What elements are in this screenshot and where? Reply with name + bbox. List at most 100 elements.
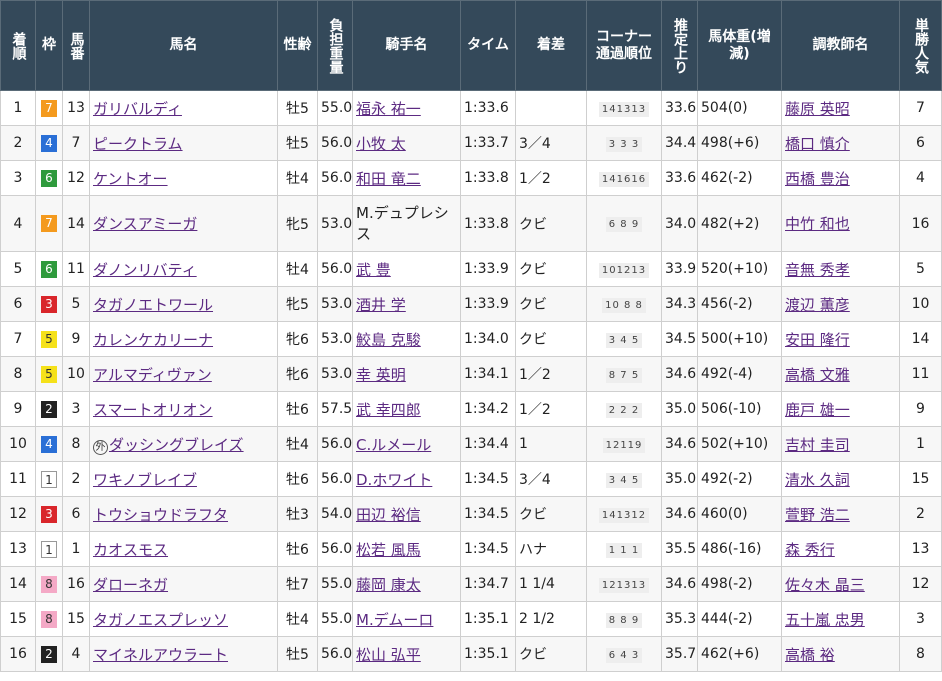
horse-link[interactable]: タガノエスプレッソ — [93, 611, 228, 629]
horse-cell: ケントオー — [89, 160, 278, 196]
corner-cell: 3 4 5 — [586, 321, 662, 357]
horse-cell: タガノエスプレッソ — [89, 601, 278, 637]
body-weight-cell: 486(-16) — [697, 531, 782, 567]
body-weight-cell: 456(-2) — [697, 286, 782, 322]
last-cell: 34.4 — [661, 125, 698, 161]
margin-cell — [515, 90, 587, 126]
trainer-link[interactable]: 萱野 浩二 — [785, 506, 850, 524]
horse-link[interactable]: ワキノブレイブ — [93, 471, 197, 489]
horse-link[interactable]: カオスモス — [93, 541, 168, 559]
header-sexage: 性齢 — [277, 0, 318, 91]
time-cell: 1:34.5 — [460, 531, 516, 567]
trainer-link[interactable]: 佐々木 晶三 — [785, 576, 865, 594]
trainer-link[interactable]: 中竹 和也 — [785, 215, 850, 233]
table-row: 11 1 2 ワキノブレイブ 牡6 56.0 D.ホワイト 1:34.5 3／4 3 4 5 35.… — [0, 461, 942, 497]
trainer-cell: 中竹 和也 — [781, 195, 900, 252]
popularity-cell: 4 — [899, 160, 942, 196]
weight-cell: 56.0 — [317, 461, 353, 497]
jockey-link[interactable]: M.デムーロ — [356, 611, 433, 629]
horse-link[interactable]: ケントオー — [93, 170, 168, 188]
jockey-link[interactable]: 松若 風馬 — [356, 541, 421, 559]
frame-badge: 8 — [41, 610, 57, 628]
horse-link[interactable]: トウショウドラフタ — [93, 506, 228, 524]
jockey-link[interactable]: 小牧 太 — [356, 135, 406, 153]
weight-cell: 57.5 — [317, 391, 353, 427]
weight-cell: 53.0 — [317, 286, 353, 322]
frame-badge: 6 — [35, 251, 63, 287]
trainer-link[interactable]: 渡辺 薫彦 — [785, 296, 850, 314]
trainer-link[interactable]: 清水 久詞 — [785, 471, 850, 489]
num-cell: 14 — [62, 195, 90, 252]
time-cell: 1:34.7 — [460, 566, 516, 602]
trainer-link[interactable]: 高橋 裕 — [785, 646, 835, 664]
horse-link[interactable]: ピークトラム — [93, 135, 183, 153]
jockey-link[interactable]: 福永 祐一 — [356, 100, 421, 118]
horse-link[interactable]: アルマディヴァン — [93, 366, 212, 384]
jockey-link[interactable]: 幸 英明 — [356, 366, 406, 384]
horse-link[interactable]: タガノエトワール — [93, 296, 213, 314]
jockey-cell: C.ルメール — [352, 426, 461, 462]
horse-link[interactable]: カレンケカリーナ — [93, 331, 213, 349]
corner-order: 121313 — [598, 577, 650, 593]
jockey-link[interactable]: 和田 竜二 — [356, 170, 421, 188]
body-weight-cell: 460(0) — [697, 496, 782, 532]
trainer-link[interactable]: 西橋 豊治 — [785, 170, 850, 188]
last-cell: 33.6 — [661, 90, 698, 126]
header-pop: 単勝人気 — [899, 0, 942, 91]
jockey-cell: 酒井 学 — [352, 286, 461, 322]
sexage-cell: 牡6 — [277, 461, 318, 497]
trainer-link[interactable]: 音無 秀孝 — [785, 261, 850, 279]
trainer-link[interactable]: 鹿戸 雄一 — [785, 401, 850, 419]
horse-link[interactable]: ガリバルディ — [93, 100, 182, 118]
corner-cell: 1 1 1 — [586, 531, 662, 567]
last-cell: 34.6 — [661, 426, 698, 462]
frame-badge: 4 — [35, 125, 63, 161]
popularity-cell: 12 — [899, 566, 942, 602]
horse-cell: タガノエトワール — [89, 286, 278, 322]
jockey-link[interactable]: C.ルメール — [356, 436, 431, 454]
frame-badge: 6 — [35, 160, 63, 196]
popularity-cell: 6 — [899, 125, 942, 161]
header-weight: 負担重量 — [317, 0, 353, 91]
trainer-link[interactable]: 橋口 慎介 — [785, 135, 850, 153]
trainer-link[interactable]: 森 秀行 — [785, 541, 835, 559]
jockey-link[interactable]: M.デュプレシス — [356, 204, 449, 243]
frame-badge: 2 — [41, 400, 57, 418]
horse-link[interactable]: ダノンリバティ — [93, 261, 197, 279]
trainer-link[interactable]: 吉村 圭司 — [785, 436, 850, 454]
trainer-link[interactable]: 藤原 英昭 — [785, 100, 850, 118]
frame-badge: 7 — [35, 90, 63, 126]
time-cell: 1:35.1 — [460, 601, 516, 637]
rank-cell: 13 — [0, 531, 36, 567]
jockey-link[interactable]: 松山 弘平 — [356, 646, 421, 664]
table-row: 9 2 3 スマートオリオン 牡6 57.5 武 幸四郎 1:34.2 1／2 2 2 2 35.0… — [0, 391, 942, 427]
jockey-link[interactable]: 田辺 裕信 — [356, 506, 421, 524]
jockey-link[interactable]: D.ホワイト — [356, 471, 432, 489]
horse-link[interactable]: ダローネガ — [93, 576, 168, 594]
horse-link[interactable]: スマートオリオン — [93, 401, 213, 419]
trainer-link[interactable]: 高橋 文雅 — [785, 366, 850, 384]
jockey-link[interactable]: 鮫島 克駿 — [356, 331, 421, 349]
trainer-link[interactable]: 安田 隆行 — [785, 331, 850, 349]
jockey-link[interactable]: 藤岡 康太 — [356, 576, 421, 594]
sexage-cell: 牝5 — [277, 286, 318, 322]
sexage-cell: 牡4 — [277, 160, 318, 196]
popularity-cell: 2 — [899, 496, 942, 532]
time-cell: 1:33.8 — [460, 160, 516, 196]
popularity-cell: 14 — [899, 321, 942, 357]
sexage-cell: 牡5 — [277, 90, 318, 126]
jockey-cell: 小牧 太 — [352, 125, 461, 161]
jockey-cell: 武 幸四郎 — [352, 391, 461, 427]
jockey-link[interactable]: 酒井 学 — [356, 296, 406, 314]
rank-cell: 3 — [0, 160, 36, 196]
jockey-link[interactable]: 武 豊 — [356, 261, 391, 279]
jockey-link[interactable]: 武 幸四郎 — [356, 401, 421, 419]
corner-order: 6 8 9 — [605, 217, 643, 232]
trainer-link[interactable]: 五十嵐 忠男 — [785, 611, 865, 629]
frame-badge: 4 — [35, 426, 63, 462]
horse-link[interactable]: ダッシングブレイズ — [109, 436, 244, 454]
horse-link[interactable]: ダンスアミーガ — [93, 215, 197, 233]
corner-order: 6 4 3 — [605, 647, 643, 663]
horse-link[interactable]: マイネルアウラート — [93, 646, 228, 664]
num-cell: 10 — [62, 356, 90, 392]
